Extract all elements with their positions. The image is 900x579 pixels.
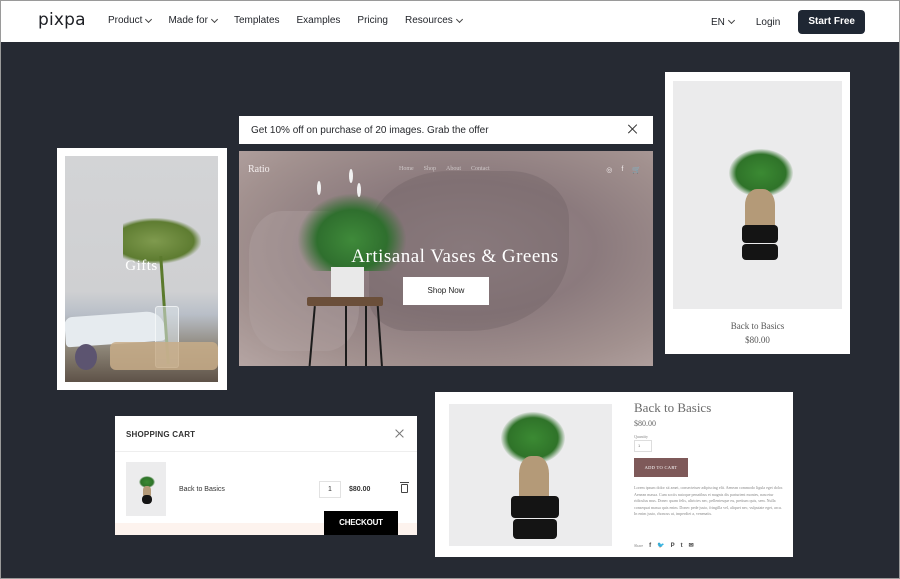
shop-now-button[interactable]: Shop Now xyxy=(403,277,489,305)
yarn-shape xyxy=(75,344,97,370)
login-link[interactable]: Login xyxy=(756,17,780,28)
hero-menu: Home Shop About Contact xyxy=(399,166,490,172)
quantity-label: Quantity xyxy=(634,434,648,439)
close-icon[interactable] xyxy=(395,428,405,438)
nav-pricing-label: Pricing xyxy=(357,15,388,26)
stool-leg xyxy=(345,306,347,366)
product-card[interactable]: Back to Basics $80.00 xyxy=(665,72,850,354)
trash-icon[interactable] xyxy=(400,482,409,493)
pot-shape xyxy=(511,496,559,518)
bonsai-shape xyxy=(501,412,567,542)
add-to-cart-button[interactable]: ADD TO CART xyxy=(634,458,688,477)
nav-pricing[interactable]: Pricing xyxy=(357,15,388,26)
nav-examples-label: Examples xyxy=(296,15,341,26)
hero-brand[interactable]: Ratio xyxy=(248,164,270,175)
gifts-image: Gifts xyxy=(65,156,218,382)
cart-item-name: Back to Basics xyxy=(179,486,225,493)
email-icon[interactable]: ✉ xyxy=(689,542,694,549)
start-free-button[interactable]: Start Free xyxy=(798,10,865,34)
nav-templates-label: Templates xyxy=(233,15,280,26)
twitter-icon[interactable]: 🐦 xyxy=(657,542,664,549)
hero-menu-shop[interactable]: Shop xyxy=(424,166,436,172)
product-description: Lorem ipsum dolor sit amet, consectetuer… xyxy=(634,485,783,517)
product-detail-panel: Back to Basics $80.00 Quantity 1 ADD TO … xyxy=(435,392,793,557)
language-label: EN xyxy=(710,16,725,28)
product-price: $80.00 xyxy=(745,335,770,345)
flower-shape xyxy=(317,181,321,195)
hero-icons: ◎ f 🛒 xyxy=(606,166,641,174)
product-image xyxy=(673,81,842,309)
hero-section: Ratio Home Shop About Contact ◎ f 🛒 Arti… xyxy=(239,151,653,366)
cart-item-price: $80.00 xyxy=(349,486,371,493)
nav-examples[interactable]: Examples xyxy=(297,15,341,26)
hero-menu-contact[interactable]: Contact xyxy=(471,166,490,172)
trunk-shape xyxy=(745,189,775,229)
shopping-cart-panel: SHOPPING CART Back to Basics 1 $80.00 CH… xyxy=(115,416,417,535)
product-detail-image xyxy=(449,404,612,546)
cart-quantity-input[interactable]: 1 xyxy=(319,481,341,498)
product-name[interactable]: Back to Basics xyxy=(665,321,850,331)
nav-templates[interactable]: Templates xyxy=(234,15,280,26)
stool-leg xyxy=(365,306,367,366)
pixpa-logo[interactable]: pixpa xyxy=(38,10,86,30)
close-icon[interactable] xyxy=(627,123,639,135)
trunk-shape xyxy=(519,456,549,500)
stool-shape xyxy=(307,297,383,306)
gifts-card[interactable]: Gifts xyxy=(57,148,227,390)
share-label: Share xyxy=(634,543,644,548)
nav-resources[interactable]: Resources xyxy=(405,15,463,26)
gifts-label: Gifts xyxy=(125,258,158,274)
pot-shape xyxy=(331,267,364,298)
hero-title: Artisanal Vases & Greens xyxy=(351,246,559,267)
top-navbar: pixpa Product Made for Templates Example… xyxy=(1,1,899,42)
right-nav: EN Login Start Free xyxy=(711,10,865,34)
promo-banner: Get 10% off on purchase of 20 images. Gr… xyxy=(239,116,653,144)
flower-shape xyxy=(349,169,353,183)
facebook-icon[interactable]: f xyxy=(649,543,651,549)
chevron-down-icon xyxy=(145,15,153,23)
facebook-icon[interactable]: f xyxy=(621,166,623,174)
instagram-icon[interactable]: ◎ xyxy=(606,166,612,174)
burlap-shape xyxy=(110,342,218,370)
nav-product-label: Product xyxy=(108,15,143,26)
quantity-input[interactable]: 1 xyxy=(634,440,652,452)
bonsai-shape xyxy=(725,149,795,269)
share-row: Share f 🐦 P t ✉ xyxy=(634,542,694,550)
language-selector[interactable]: EN xyxy=(710,16,735,28)
flower-shape xyxy=(357,183,361,197)
chevron-down-icon xyxy=(455,15,463,23)
hero-menu-about[interactable]: About xyxy=(446,166,461,172)
product-price: $80.00 xyxy=(634,419,656,428)
nav-made-for-label: Made for xyxy=(168,15,208,26)
nav-made-for[interactable]: Made for xyxy=(168,15,218,26)
main-nav: Product Made for Templates Examples Pric… xyxy=(108,15,479,26)
pinterest-icon[interactable]: P xyxy=(671,543,675,549)
pot-shape xyxy=(513,519,557,539)
product-title: Back to Basics xyxy=(634,400,712,415)
pot-shape xyxy=(142,495,152,504)
nav-product[interactable]: Product xyxy=(108,15,153,26)
hero-menu-home[interactable]: Home xyxy=(399,166,414,172)
promo-text[interactable]: Get 10% off on purchase of 20 images. Gr… xyxy=(251,125,489,136)
tumblr-icon[interactable]: t xyxy=(681,543,683,549)
pot-shape xyxy=(742,244,778,260)
bonsai-shape xyxy=(138,476,156,506)
cart-item-thumbnail xyxy=(126,462,166,516)
divider xyxy=(115,451,417,452)
pot-shape xyxy=(742,225,778,243)
chevron-down-icon xyxy=(210,15,218,23)
nav-resources-label: Resources xyxy=(405,15,453,26)
cart-icon[interactable]: 🛒 xyxy=(632,166,641,174)
checkout-button[interactable]: CHECKOUT xyxy=(324,511,398,535)
cart-title: SHOPPING CART xyxy=(126,430,196,439)
chevron-down-icon xyxy=(727,16,735,25)
